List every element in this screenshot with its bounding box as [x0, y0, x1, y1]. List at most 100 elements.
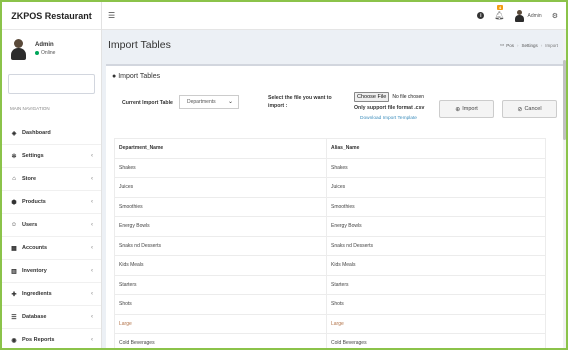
breadcrumb-settings[interactable]: Settings — [521, 43, 537, 48]
chevron-left-icon: ‹ — [91, 291, 93, 297]
chevron-left-icon: ‹ — [91, 222, 93, 228]
menu-toggle-icon[interactable]: ☰ — [108, 11, 115, 20]
table-row: Energy Bowls Energy Bowls — [114, 216, 546, 237]
import-table-select[interactable]: Departments ⌄ — [179, 95, 239, 109]
table-row: Juices Juices — [114, 177, 546, 198]
sidebar-item-label: Products — [22, 199, 46, 205]
cell-department-name: Snaks nd Desserts — [114, 235, 327, 256]
nav-header: MAIN NAVIGATION — [10, 106, 50, 111]
breadcrumb-pos[interactable]: Pos — [506, 43, 514, 48]
table-header-row: Department_Name Alias_Name — [114, 138, 546, 159]
reports-icon: ◉ — [11, 337, 17, 344]
sidebar-item-inventory[interactable]: ▥ Inventory ‹ — [2, 260, 101, 283]
table-row: Shots Shots — [114, 294, 546, 315]
inventory-icon: ▥ — [11, 268, 17, 275]
cancel-button[interactable]: ⊘ Cancel — [502, 100, 557, 118]
database-icon: ☰ — [11, 314, 17, 321]
sidebar-item-ingredients[interactable]: ✚ Ingredients ‹ — [2, 283, 101, 306]
cell-alias-name: Starters — [326, 274, 546, 295]
table-row: Cold Beverages Cold Beverages — [114, 333, 546, 348]
cell-alias-name: Energy Bowls — [326, 216, 546, 237]
column-header-alias: Alias_Name — [326, 138, 546, 159]
desktop-icon: ▭ — [499, 42, 505, 47]
sidebar-item-products[interactable]: ⬢ Products ‹ — [2, 191, 101, 214]
gear-icon: ✲ — [11, 153, 17, 160]
cell-alias-name: Kids Meals — [326, 255, 546, 276]
cell-department-name: Large — [114, 313, 327, 334]
table-row: Kids Meals Kids Meals — [114, 255, 546, 276]
choose-file-button[interactable]: Choose File — [354, 92, 390, 102]
support-format-text: Only support file format .csv — [354, 105, 425, 111]
top-navbar: ☰ i 🔔︎ 4 Admin ⚙ — [102, 2, 566, 30]
sidebar-item-users[interactable]: ☺ Users ‹ — [2, 214, 101, 237]
box-title: ● Import Tables — [106, 66, 566, 86]
info-icon[interactable]: i — [477, 12, 485, 19]
download-template-link[interactable]: Download Import Template — [360, 116, 424, 121]
sidebar-item-label: Accounts — [22, 245, 48, 251]
chevron-left-icon: ‹ — [91, 245, 93, 251]
sidebar-item-label: Settings — [22, 153, 44, 159]
circle-info-icon: ● — [112, 72, 117, 80]
import-button[interactable]: ⊕ Import — [439, 100, 494, 118]
app-window: ZKPOS Restaurant Admin Online MAIN NAVIG… — [2, 2, 566, 348]
avatar — [10, 38, 27, 60]
sidebar-item-dashboard[interactable]: ◈ Dashboard — [2, 122, 101, 145]
sidebar-item-database[interactable]: ☰ Database ‹ — [2, 306, 101, 329]
table-body: Shakes Shakes Juices Juices Smoothies Smoothi… — [114, 157, 546, 348]
notifications-bell-icon[interactable]: 🔔︎ 4 — [494, 5, 505, 20]
current-table-label: Current Import Table — [122, 100, 173, 106]
column-header-department: Department_Name — [114, 138, 327, 159]
products-icon: ⬢ — [11, 199, 17, 206]
sidebar-item-label: Store — [22, 176, 37, 182]
navbar-user-name[interactable]: Admin — [528, 13, 542, 19]
import-icon: ⊕ — [455, 106, 461, 113]
chevron-left-icon: ‹ — [91, 176, 93, 182]
cell-alias-name: Cold Beverages — [326, 333, 546, 348]
import-box: ● Import Tables Current Import Table Dep… — [106, 64, 566, 348]
sidebar-item-store[interactable]: ⌂ Store ‹ — [2, 168, 101, 191]
cell-department-name: Energy Bowls — [114, 216, 327, 237]
breadcrumb: ▭ Pos › Settings › Import — [499, 42, 558, 48]
cancel-button-label: Cancel — [524, 106, 542, 112]
table-row: Large Large — [114, 313, 546, 334]
sidebar-item-label: Dashboard — [22, 130, 51, 136]
cell-alias-name: Large — [326, 313, 546, 334]
chevron-left-icon: ‹ — [91, 268, 93, 274]
import-form: Current Import Table Departments ⌄ Selec… — [106, 86, 566, 136]
store-icon: ⌂ — [12, 176, 16, 182]
cell-alias-name: Smoothies — [326, 196, 546, 217]
cell-department-name: Juices — [114, 177, 327, 198]
chevron-down-icon: ⌄ — [227, 99, 233, 105]
user-info: Admin Online — [35, 42, 55, 56]
page-title: Import Tables — [108, 39, 171, 51]
sidebar-item-label: Pos Reports — [22, 337, 55, 343]
sidebar-item-settings[interactable]: ✲ Settings ‹ — [2, 145, 101, 168]
sidebar-item-label: Ingredients — [22, 291, 52, 297]
brand-logo[interactable]: ZKPOS Restaurant — [2, 2, 101, 30]
select-file-label: Select the file you want to import : — [268, 95, 332, 109]
sidebar: ZKPOS Restaurant Admin Online MAIN NAVIG… — [2, 2, 102, 348]
table-row: Shakes Shakes — [114, 157, 546, 178]
user-status: Online — [35, 50, 55, 56]
box-title-text: Import Tables — [118, 72, 161, 80]
cell-department-name: Cold Beverages — [114, 333, 327, 348]
navbar-right: i 🔔︎ 4 Admin ⚙ — [477, 5, 566, 22]
sidebar-item-label: Database — [22, 314, 47, 320]
control-sidebar-gears-icon[interactable]: ⚙ — [552, 12, 558, 20]
sidebar-search-input[interactable] — [8, 74, 95, 94]
users-icon: ☺ — [10, 222, 18, 228]
cell-alias-name: Shots — [326, 294, 546, 315]
cell-department-name: Shakes — [114, 157, 327, 178]
sidebar-item-accounts[interactable]: ▦ Accounts ‹ — [2, 237, 101, 260]
import-table-select-value: Departments — [187, 99, 216, 105]
calculator-icon: ▦ — [11, 245, 17, 252]
content-header: Import Tables ▭ Pos › Settings › Import — [102, 30, 566, 60]
nav-list: ◈ Dashboard ✲ Settings ‹ ⌂ Store ‹ ⬢ Products ‹ ☺ Us… — [2, 122, 101, 348]
cell-department-name: Smoothies — [114, 196, 327, 217]
user-name: Admin — [35, 42, 54, 48]
sidebar-item-pos-reports[interactable]: ◉ Pos Reports ‹ — [2, 329, 101, 348]
page-scrollbar[interactable] — [563, 30, 566, 348]
cell-department-name: Kids Meals — [114, 255, 327, 276]
chevron-left-icon: ‹ — [91, 314, 93, 320]
navbar-avatar[interactable] — [514, 9, 524, 22]
